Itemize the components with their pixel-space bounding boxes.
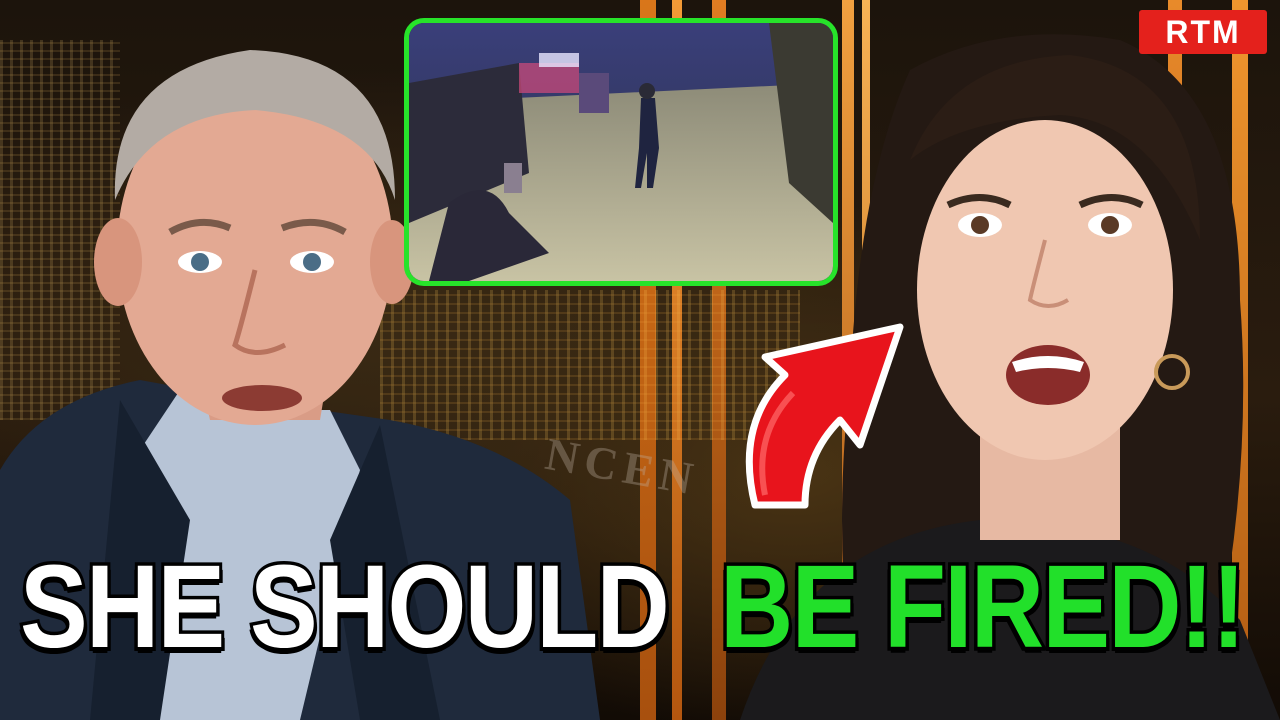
blurred-region	[504, 163, 522, 193]
inset-video-still[interactable]	[404, 18, 838, 286]
curved-arrow-icon	[745, 323, 904, 509]
headline-green-text: BE FIRED!!	[717, 538, 1249, 677]
video-scene	[409, 23, 833, 281]
woman-head	[917, 120, 1173, 460]
channel-logo: RTM	[1139, 10, 1267, 54]
man-pupil	[303, 253, 321, 271]
woman-pupil	[1101, 216, 1119, 234]
man-mouth	[222, 385, 302, 411]
headline-white-text: SHE SHOULD	[17, 538, 673, 677]
woman-mouth	[1006, 345, 1090, 405]
man-pupil	[191, 253, 209, 271]
headline: SHE SHOULD BE FIRED!!	[0, 522, 1280, 692]
man-ear	[94, 218, 142, 306]
channel-logo-text: RTM	[1165, 13, 1241, 50]
woman-pupil	[971, 216, 989, 234]
video-thumbnail[interactable]: NCEN RTM SHE SHOULD BE FIRED!!	[0, 0, 1280, 720]
